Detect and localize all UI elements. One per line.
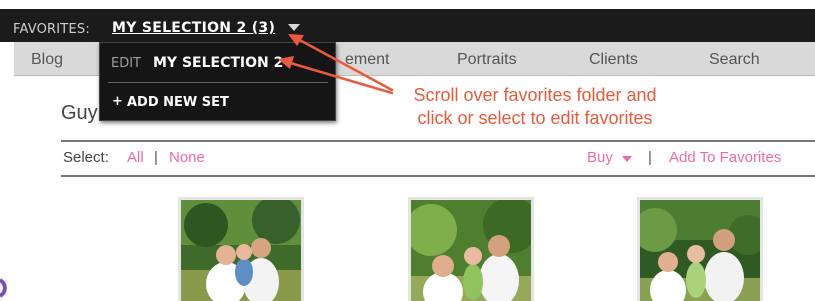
select-none-link[interactable]: None	[169, 149, 205, 166]
family-photo-1	[181, 200, 301, 301]
select-all-link[interactable]: All	[127, 149, 144, 166]
selection-bar: Select: All | None Buy | Add To Favorite…	[61, 148, 815, 170]
family-photo-3	[640, 200, 760, 301]
photo-thumbnail[interactable]	[637, 197, 763, 301]
nav-item-clients[interactable]: Clients	[589, 51, 638, 69]
tutorial-annotation: Scroll over favorites folder and click o…	[370, 84, 700, 130]
add-new-set-button[interactable]: ADD NEW SET	[127, 95, 229, 110]
annotation-line-1: Scroll over favorites folder and	[413, 85, 657, 105]
favorites-dropdown: EDIT MY SELECTION 2 + ADD NEW SET	[99, 42, 336, 121]
edit-set-button[interactable]: MY SELECTION 2	[153, 55, 283, 71]
dropdown-divider	[108, 82, 328, 83]
caret-down-icon[interactable]	[622, 156, 632, 162]
plus-icon[interactable]: +	[112, 94, 123, 109]
add-to-favorites-link[interactable]: Add To Favorites	[669, 149, 781, 166]
annotation-line-2: click or select to edit favorites	[417, 108, 653, 128]
nav-item-blog[interactable]: Blog	[31, 51, 63, 69]
nav-item-portraits[interactable]: Portraits	[457, 51, 517, 69]
select-label: Select:	[63, 149, 109, 166]
nav-item-engagement[interactable]: ement	[345, 51, 389, 69]
photo-thumbnail[interactable]	[408, 197, 534, 301]
gallery-title: Guy	[61, 102, 98, 124]
actions-divider: |	[648, 149, 652, 166]
site-logo-icon	[0, 278, 7, 298]
favorites-set-link[interactable]: MY SELECTION 2 (3)	[112, 20, 275, 36]
nav-item-search[interactable]: Search	[709, 51, 760, 69]
edit-set-prefix[interactable]: EDIT	[111, 56, 141, 71]
family-photo-2	[411, 200, 531, 301]
select-divider: |	[154, 149, 158, 166]
caret-down-icon[interactable]	[288, 24, 300, 31]
buy-menu[interactable]: Buy	[587, 149, 613, 166]
photo-thumbnail[interactable]	[178, 197, 304, 301]
selection-bar-bottom-rule	[61, 175, 815, 177]
favorites-bar: FAVORITES: MY SELECTION 2 (3)	[0, 0, 815, 42]
selection-bar-top-rule	[61, 140, 815, 142]
favorites-label: FAVORITES:	[13, 22, 90, 37]
